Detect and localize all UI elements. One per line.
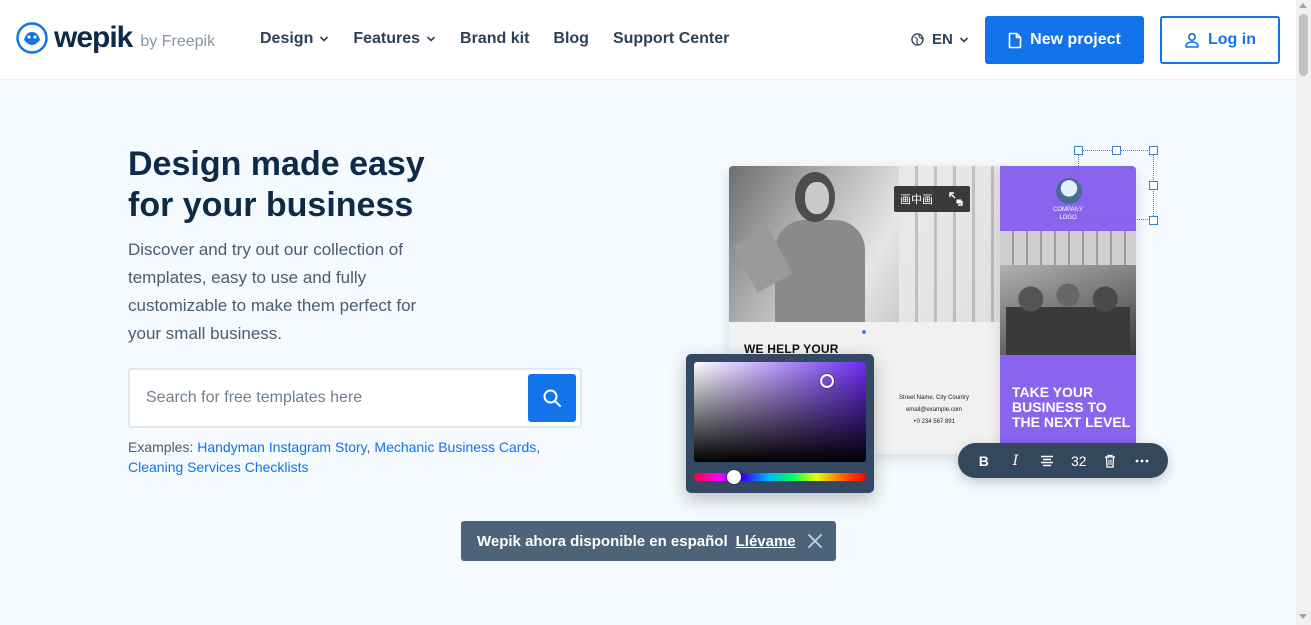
resize-handle[interactable] — [1074, 146, 1083, 155]
hero-title-line1: Design made easy — [128, 145, 425, 183]
language-toast: Wepik ahora disponible en español Llévam… — [461, 521, 836, 561]
nav-blog-label: Blog — [553, 30, 589, 47]
side-cta-text: TAKE YOUR BUSINESS TO THE NEXT LEVEL — [1012, 384, 1131, 430]
site-header: wepik by Freepik Design Features Brand k… — [0, 0, 1296, 80]
login-label: Log in — [1208, 31, 1256, 48]
language-selector[interactable]: EN — [911, 31, 977, 48]
examples-label: Examples: — [128, 439, 194, 455]
new-project-label: New project — [1030, 31, 1121, 48]
wepik-logo-icon — [16, 22, 48, 54]
logo-by-freepik: by Freepik — [140, 33, 216, 50]
italic-icon[interactable]: I — [1004, 450, 1026, 472]
nav-support-center-label: Support Center — [612, 30, 730, 47]
woman-with-folder-photo: 画中画 — [729, 166, 1000, 322]
language-label: EN — [932, 31, 953, 48]
resize-handle[interactable] — [1149, 216, 1158, 225]
nav-design[interactable]: Design — [260, 30, 329, 48]
chevron-down-icon — [426, 36, 436, 42]
resize-handle[interactable] — [1112, 146, 1121, 155]
example-link-handyman[interactable]: Handyman Instagram Story — [197, 439, 366, 455]
font-size-value[interactable]: 32 — [1068, 450, 1090, 472]
more-options-icon[interactable] — [1131, 450, 1153, 472]
example-link-mechanic[interactable]: Mechanic Business Cards — [374, 439, 536, 455]
hue-slider-knob[interactable] — [727, 470, 741, 484]
page-scrollbar[interactable] — [1296, 0, 1311, 625]
pip-label: 画中画 — [900, 194, 933, 206]
hero-title-line2: for your business — [128, 186, 414, 224]
picture-in-picture-button[interactable]: 画中画 — [894, 186, 970, 212]
trash-icon[interactable] — [1099, 450, 1121, 472]
document-icon — [1008, 32, 1022, 48]
nav-support-center[interactable]: Support Center — [613, 30, 729, 48]
card-contact-info: Street Name, City Country email@example.… — [898, 395, 970, 425]
nav-design-label: Design — [260, 30, 314, 47]
search-icon — [543, 389, 561, 407]
example-link-cleaning[interactable]: Cleaning Services Checklists — [128, 459, 309, 475]
scrollbar-thumb[interactable] — [1299, 14, 1308, 76]
chevron-down-icon — [959, 36, 968, 43]
toast-link[interactable]: Llévame — [736, 533, 796, 550]
pip-expand-icon — [949, 192, 963, 206]
main-nav: Design Features Brand kit Blog Support C… — [260, 30, 753, 48]
anchor-dot — [861, 329, 867, 335]
color-picker — [686, 354, 874, 493]
resize-handle[interactable] — [1149, 181, 1158, 190]
resize-handle[interactable] — [1149, 146, 1158, 155]
nav-features-label: Features — [353, 30, 421, 47]
hero-description: Discover and try out our collection of t… — [128, 240, 417, 343]
selection-frame — [1078, 150, 1154, 220]
bold-icon[interactable]: B — [973, 450, 995, 472]
team-hands-photo — [1000, 231, 1136, 355]
hero-title: Design made easy for your business — [128, 144, 488, 226]
scroll-down-arrow-icon[interactable] — [1299, 614, 1307, 619]
nav-brand-kit[interactable]: Brand kit — [460, 30, 529, 48]
template-search-input[interactable] — [146, 384, 516, 412]
template-search-box — [128, 368, 582, 428]
login-button[interactable]: Log in — [1160, 16, 1280, 64]
search-examples: Examples: Handyman Instagram Story, Mech… — [128, 439, 541, 475]
align-center-icon[interactable] — [1036, 450, 1058, 472]
globe-icon — [911, 33, 924, 46]
nav-brand-kit-label: Brand kit — [460, 30, 530, 47]
color-picker-knob[interactable] — [820, 374, 834, 388]
text-format-toolbar: B I 32 — [958, 443, 1168, 478]
chevron-down-icon — [320, 36, 329, 42]
nav-features[interactable]: Features — [353, 30, 436, 48]
hue-slider[interactable] — [694, 473, 866, 481]
close-icon[interactable] — [806, 532, 824, 550]
search-button[interactable] — [528, 374, 576, 422]
nav-blog[interactable]: Blog — [553, 30, 589, 48]
scroll-up-arrow-icon[interactable] — [1299, 3, 1307, 8]
logo-wordmark: wepik — [54, 21, 133, 54]
user-icon — [1185, 32, 1199, 48]
wepik-logo[interactable]: wepik by Freepik — [16, 22, 215, 54]
new-project-button[interactable]: New project — [985, 16, 1144, 64]
toast-message: Wepik ahora disponible en español — [477, 532, 728, 550]
color-saturation-area[interactable] — [694, 362, 866, 462]
